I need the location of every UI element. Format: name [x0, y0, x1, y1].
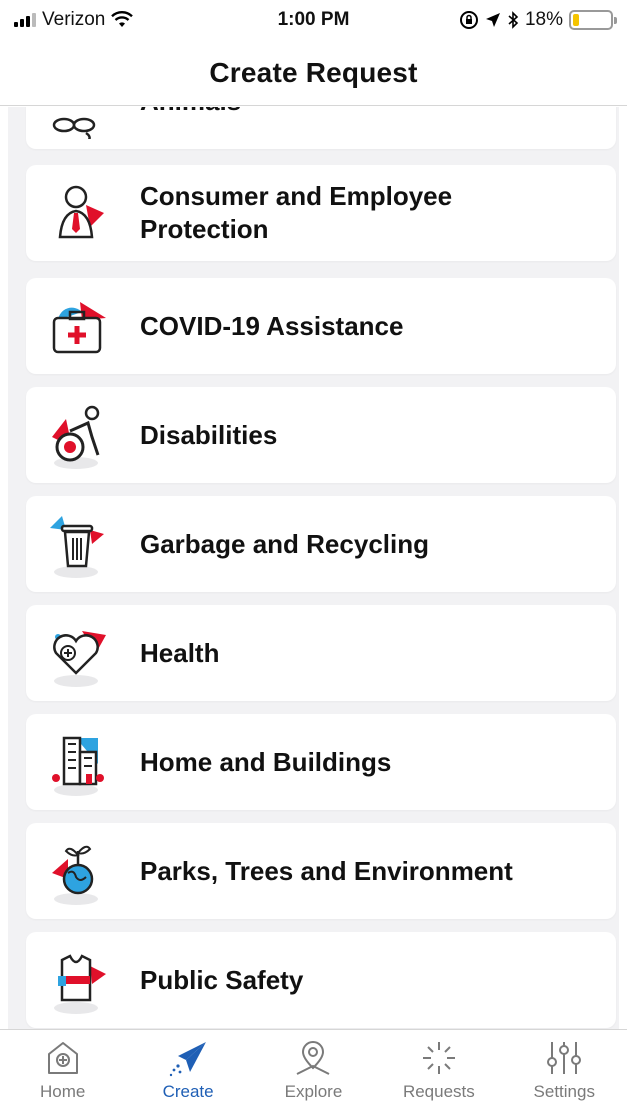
- sun-burst-icon: [422, 1042, 455, 1074]
- sliders-icon: [547, 1042, 582, 1074]
- battery-percent: 18%: [524, 9, 563, 30]
- tab-home[interactable]: Home: [8, 1038, 118, 1102]
- tab-settings[interactable]: Settings: [509, 1038, 619, 1102]
- home-icon: [47, 1042, 78, 1074]
- category-home-buildings[interactable]: Home and Buildings: [26, 714, 616, 810]
- category-disabilities[interactable]: Disabilities: [26, 387, 616, 483]
- category-health[interactable]: Health: [26, 605, 616, 701]
- category-label: COVID-19 Assistance: [140, 310, 404, 341]
- category-animals[interactable]: Animals: [26, 107, 616, 149]
- paper-plane-icon: [169, 1042, 207, 1077]
- location-arrow-icon: [485, 13, 500, 27]
- bluetooth-icon: [508, 11, 519, 29]
- category-parks-trees-environment[interactable]: Parks, Trees and Environment: [26, 823, 616, 919]
- buildings-icon: [46, 724, 110, 800]
- first-aid-kit-icon: [46, 288, 110, 364]
- person-tie-icon: [46, 175, 110, 251]
- heart-icon: [46, 615, 110, 691]
- orientation-lock-icon: [459, 11, 478, 29]
- tab-label: Home: [40, 1082, 86, 1101]
- wifi-icon: [111, 11, 134, 27]
- category-label: Home and Buildings: [140, 746, 392, 777]
- signal-icon: [14, 13, 36, 27]
- battery-icon: [569, 10, 617, 30]
- tab-explore[interactable]: Explore: [258, 1038, 368, 1102]
- map-pin-icon: [297, 1041, 330, 1075]
- category-list[interactable]: Animals Consumer and Employee Protection…: [8, 107, 619, 1029]
- category-garbage-recycling[interactable]: Garbage and Recycling: [26, 496, 616, 592]
- category-label: Public Safety: [140, 964, 304, 995]
- accessibility-icon: [46, 397, 110, 473]
- category-public-safety[interactable]: Public Safety: [26, 932, 616, 1028]
- category-consumer-employee-protection[interactable]: Consumer and Employee Protection: [26, 165, 616, 261]
- tab-label: Settings: [533, 1082, 595, 1101]
- status-right: 18%: [459, 9, 617, 31]
- category-label: Garbage and Recycling: [140, 528, 429, 559]
- category-covid-19-assistance[interactable]: COVID-19 Assistance: [26, 278, 616, 374]
- animals-icon: [46, 107, 110, 139]
- navigation-bar: Create Request: [0, 40, 627, 106]
- tab-label: Requests: [402, 1082, 475, 1101]
- tab-bar: Home Create Explore Requests Settings: [0, 1029, 627, 1108]
- tab-requests[interactable]: Requests: [384, 1038, 494, 1102]
- trash-can-icon: [46, 506, 110, 582]
- battery-level: [573, 14, 580, 26]
- category-label: Parks, Trees and Environment: [140, 855, 513, 886]
- category-label: Health: [140, 637, 220, 668]
- status-bar: Verizon 1:00 PM 18%: [0, 0, 627, 40]
- carrier-name: Verizon: [42, 9, 106, 30]
- tab-create[interactable]: Create: [133, 1038, 243, 1102]
- category-label: Consumer and Employee Protection: [140, 181, 453, 244]
- status-time: 1:00 PM: [277, 9, 350, 30]
- status-left: Verizon: [14, 9, 134, 31]
- tab-label: Create: [162, 1082, 214, 1101]
- category-label: Disabilities: [140, 419, 278, 450]
- globe-plant-icon: [46, 833, 110, 909]
- page-title: Create Request: [209, 56, 418, 88]
- category-label: Animals: [140, 107, 241, 118]
- tab-label: Explore: [284, 1082, 343, 1101]
- safety-vest-icon: [46, 942, 110, 1018]
